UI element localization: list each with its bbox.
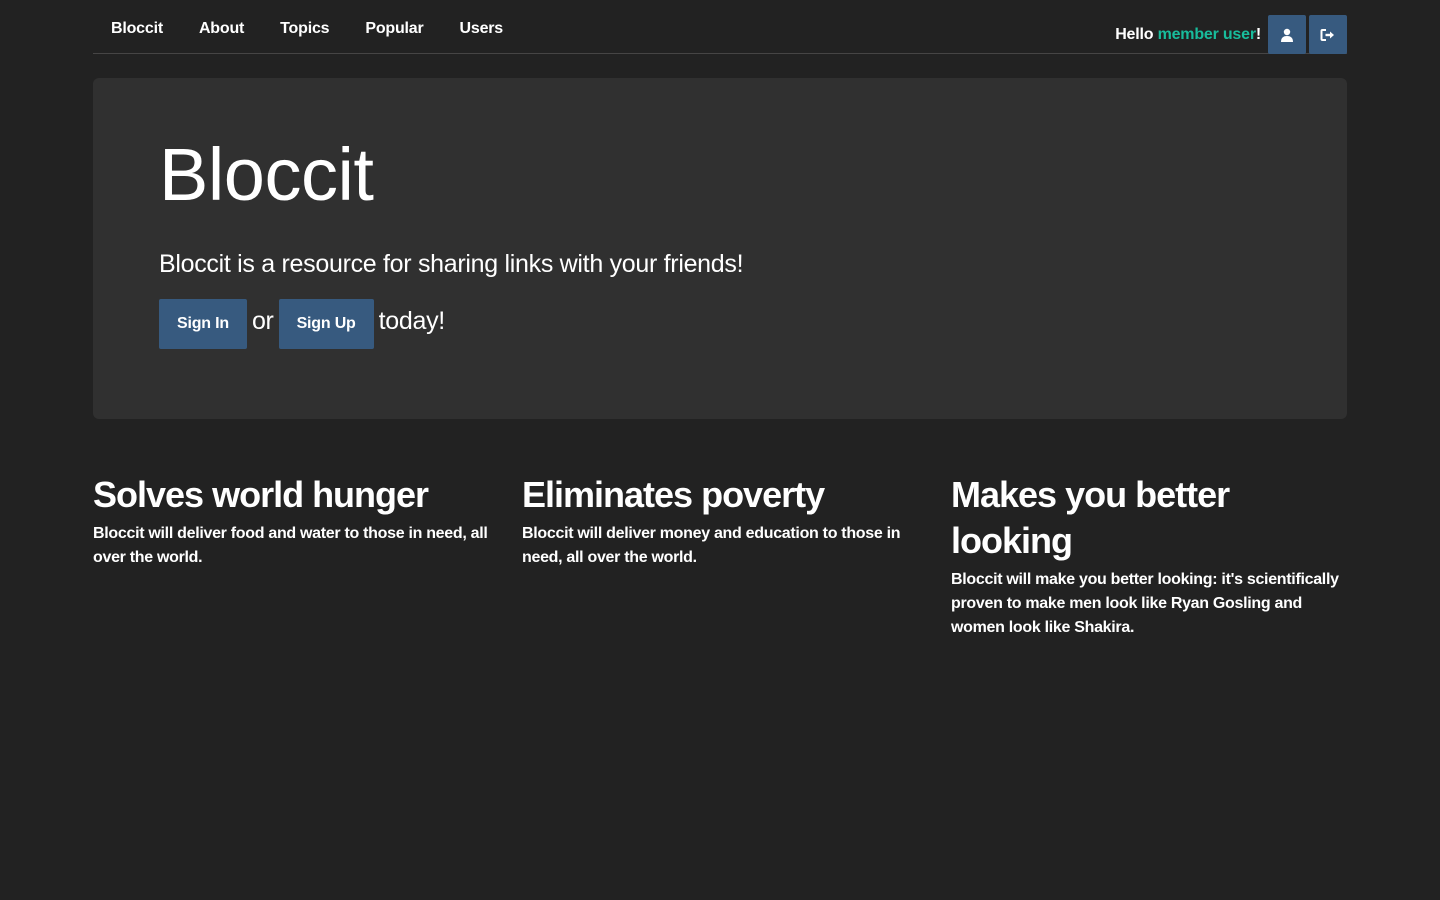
feature-body: Bloccit will deliver money and education…: [522, 525, 901, 566]
user-greeting: Hello member user!: [1115, 26, 1261, 44]
feature-hunger: Solves world hunger Bloccit will deliver…: [93, 472, 493, 640]
logout-button[interactable]: [1309, 15, 1347, 54]
page-title: Bloccit: [159, 133, 374, 216]
nav-link-popular[interactable]: Popular: [347, 0, 441, 59]
nav-link-bloccit[interactable]: Bloccit: [93, 0, 181, 59]
greeting-prefix: Hello: [1115, 25, 1158, 43]
feature-poverty: Eliminates poverty Bloccit will deliver …: [522, 472, 922, 640]
user-area: Hello member user!: [1115, 15, 1347, 54]
sign-up-button[interactable]: Sign Up: [278, 299, 374, 349]
today-text: today!: [378, 307, 446, 335]
feature-title: Eliminates poverty: [522, 474, 825, 515]
greeting-suffix: !: [1255, 25, 1261, 43]
top-navbar: Bloccit About Topics Popular Users Hello…: [93, 0, 1347, 54]
cta-row: Sign In or Sign Up today!: [159, 299, 450, 349]
feature-title: Makes you better looking: [951, 474, 1230, 561]
feature-title: Solves world hunger: [93, 474, 429, 515]
user-icon: [1281, 28, 1293, 42]
nav-link-users[interactable]: Users: [442, 0, 521, 59]
jumbotron: Bloccit Bloccit is a resource for sharin…: [93, 78, 1347, 419]
user-name[interactable]: member user: [1158, 26, 1256, 43]
profile-button[interactable]: [1268, 15, 1306, 54]
nav-link-topics[interactable]: Topics: [262, 0, 347, 59]
feature-looks: Makes you better looking Bloccit will ma…: [951, 472, 1347, 640]
feature-body: Bloccit will deliver food and water to t…: [93, 525, 488, 566]
nav-links: Bloccit About Topics Popular Users: [93, 0, 521, 59]
or-text: or: [251, 307, 274, 335]
page-container: Bloccit About Topics Popular Users Hello…: [93, 0, 1347, 636]
nav-link-about[interactable]: About: [181, 0, 262, 59]
jumbotron-lead: Bloccit is a resource for sharing links …: [159, 250, 744, 278]
sign-in-button[interactable]: Sign In: [159, 299, 247, 349]
feature-body: Bloccit will make you better looking: it…: [951, 571, 1339, 636]
features-row: Solves world hunger Bloccit will deliver…: [93, 472, 1347, 640]
sign-out-icon: [1320, 28, 1334, 41]
